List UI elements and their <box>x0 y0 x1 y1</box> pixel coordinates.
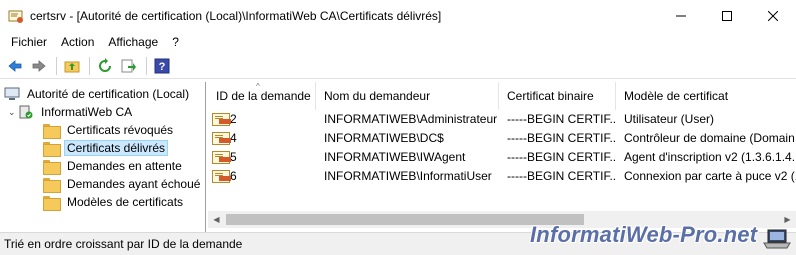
status-text: Trié en ordre croissant par ID de la dem… <box>4 237 243 251</box>
toolbar-separator <box>56 56 57 75</box>
tree-item-label: Certificats délivrés <box>64 140 169 156</box>
column-header-label: ID de la demande <box>216 89 311 103</box>
cell-binary: -----BEGIN CERTIF... <box>507 130 616 145</box>
cell-template: Agent d'inscription v2 (1.3.6.1.4. <box>624 149 796 164</box>
column-header-label: Nom du demandeur <box>324 89 431 103</box>
tree-root[interactable]: Autorité de certification (Local) <box>4 85 192 103</box>
table-row[interactable]: 2 INFORMATIWEB\Administrateur -----BEGIN… <box>208 109 796 128</box>
help-button[interactable]: ? <box>151 55 173 77</box>
certificate-icon <box>212 169 230 183</box>
menu-help[interactable]: ? <box>165 35 186 49</box>
certificate-icon <box>212 150 230 164</box>
list-header: ^ ID de la demande Nom du demandeur Cert… <box>208 82 796 110</box>
title-bar: certsrv - [Autorité de certification (Lo… <box>0 0 796 31</box>
sort-ascending-icon: ^ <box>256 82 260 91</box>
tree-ca-label: InformatiWeb CA <box>41 105 133 119</box>
scroll-left-icon[interactable]: ◀ <box>208 211 225 228</box>
tree-item-issued[interactable]: Certificats délivrés <box>43 139 169 157</box>
back-button[interactable] <box>4 55 26 77</box>
cell-id: 6 <box>208 169 316 183</box>
minimize-button[interactable] <box>658 0 704 31</box>
chevron-down-icon[interactable]: ⌄ <box>8 107 18 118</box>
scroll-right-icon[interactable]: ▶ <box>779 211 796 228</box>
menu-bar: Fichier Action Affichage ? <box>0 31 796 53</box>
laptop-logo-icon <box>763 228 791 250</box>
back-icon <box>8 59 22 72</box>
tree-item-label: Demandes ayant échoué <box>67 177 201 191</box>
tree-ca-node[interactable]: ⌄ InformatiWeb CA <box>8 103 135 121</box>
column-header-template[interactable]: Modèle de certificat <box>616 82 796 110</box>
cell-requester: INFORMATIWEB\IWAgent <box>324 149 466 164</box>
watermark-text: InformatiWeb-Pro.net <box>530 222 758 247</box>
folder-icon <box>43 177 61 193</box>
certificate-icon <box>212 112 230 126</box>
maximize-icon <box>722 10 732 21</box>
cell-binary: -----BEGIN CERTIF... <box>507 149 616 164</box>
table-row[interactable]: 4 INFORMATIWEB\DC$ -----BEGIN CERTIF... … <box>208 128 796 147</box>
tree-root-label: Autorité de certification (Local) <box>27 87 190 101</box>
tree-item-label: Demandes en attente <box>67 159 182 173</box>
toolbar: ? <box>0 53 796 79</box>
folder-icon <box>43 159 61 175</box>
tree-item-label: Modèles de certificats <box>67 195 184 209</box>
cell-id: 4 <box>208 131 316 145</box>
export-button[interactable] <box>118 55 140 77</box>
svg-text:?: ? <box>159 61 166 73</box>
certsrv-app-icon <box>8 8 24 24</box>
folder-icon <box>43 141 61 157</box>
table-row[interactable]: 6 INFORMATIWEB\InformatiUser -----BEGIN … <box>208 166 796 185</box>
cell-requester: INFORMATIWEB\DC$ <box>324 130 444 145</box>
column-header-label: Certificat binaire <box>507 89 594 103</box>
certificate-icon <box>212 131 230 145</box>
tree-item-templates[interactable]: Modèles de certificats <box>43 193 186 211</box>
cell-requester: INFORMATIWEB\Administrateur <box>324 111 498 126</box>
tree-item-revoked[interactable]: Certificats révoqués <box>43 121 176 139</box>
toolbar-separator <box>146 56 147 75</box>
toolbar-separator <box>89 56 90 75</box>
table-row[interactable]: 5 INFORMATIWEB\IWAgent -----BEGIN CERTIF… <box>208 147 796 166</box>
refresh-icon <box>99 57 111 72</box>
export-icon <box>121 59 136 72</box>
cell-requester: INFORMATIWEB\InformatiUser <box>324 168 492 183</box>
folder-icon <box>43 195 61 211</box>
column-header-label: Modèle de certificat <box>624 89 729 103</box>
help-icon: ? <box>154 58 170 73</box>
menu-affichage[interactable]: Affichage <box>101 35 165 49</box>
cell-template: Connexion par carte à puce v2 (1 <box>624 168 796 183</box>
close-icon <box>768 10 778 21</box>
menu-fichier[interactable]: Fichier <box>4 35 54 49</box>
cell-template: Contrôleur de domaine (Domain <box>624 130 795 145</box>
cell-id: 2 <box>208 112 316 126</box>
tree-item-label: Certificats révoqués <box>67 123 174 137</box>
window-title: certsrv - [Autorité de certification (Lo… <box>30 8 442 23</box>
column-header-binary[interactable]: Certificat binaire <box>499 82 616 110</box>
console-tree: Autorité de certification (Local) ⌄ Info… <box>0 82 206 232</box>
tree-item-failed[interactable]: Demandes ayant échoué <box>43 175 203 193</box>
minimize-icon <box>676 15 686 16</box>
menu-action[interactable]: Action <box>54 35 101 49</box>
maximize-button[interactable] <box>704 0 750 31</box>
tree-item-pending[interactable]: Demandes en attente <box>43 157 185 175</box>
close-button[interactable] <box>750 0 796 31</box>
up-folder-button[interactable] <box>61 55 83 77</box>
column-header-requester[interactable]: Nom du demandeur <box>316 82 499 110</box>
cell-binary: -----BEGIN CERTIF... <box>507 111 616 126</box>
forward-icon <box>32 59 46 72</box>
refresh-button[interactable] <box>94 55 116 77</box>
window-controls <box>658 0 796 31</box>
cell-template: Utilisateur (User) <box>624 111 715 126</box>
forward-button[interactable] <box>28 55 50 77</box>
cell-binary: -----BEGIN CERTIF... <box>507 168 616 183</box>
ca-icon <box>18 105 34 119</box>
up-folder-icon <box>64 61 80 72</box>
folder-icon <box>43 123 61 139</box>
certificate-list: ^ ID de la demande Nom du demandeur Cert… <box>208 82 796 232</box>
computer-icon <box>4 87 20 101</box>
column-header-id[interactable]: ^ ID de la demande <box>208 82 316 110</box>
cell-id: 5 <box>208 150 316 164</box>
